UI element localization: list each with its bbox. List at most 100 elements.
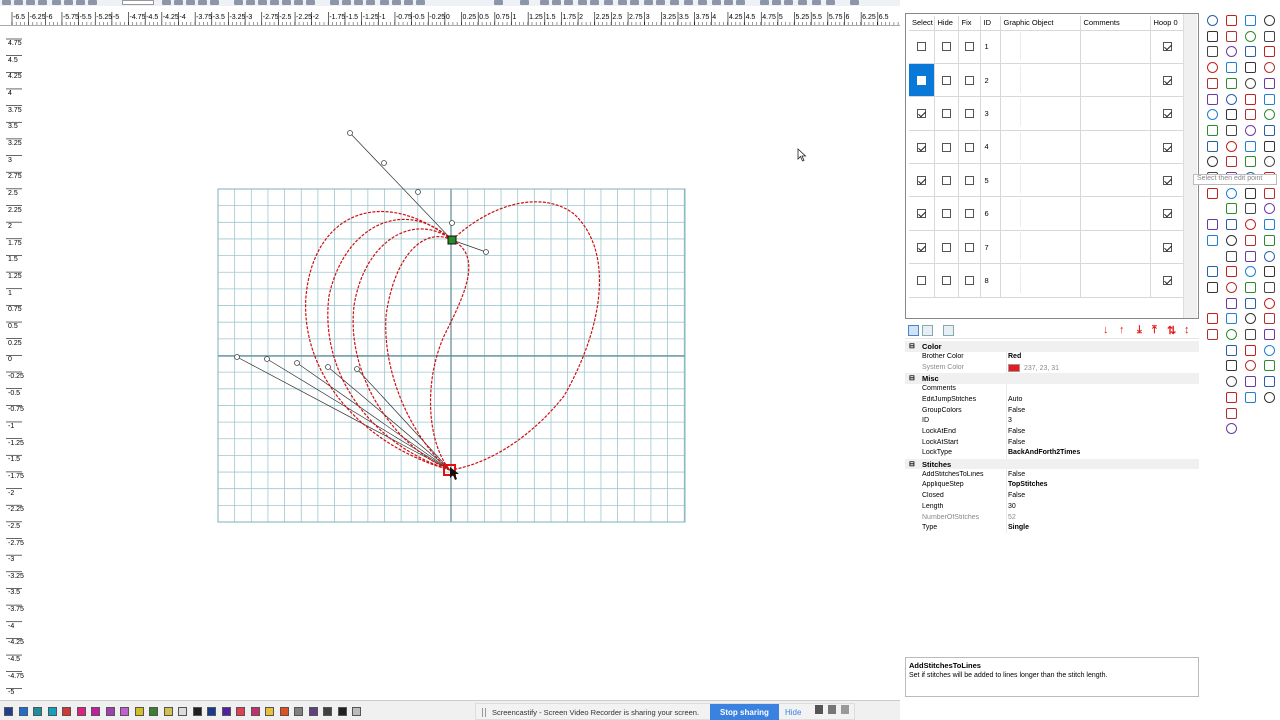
palette-tool-icon[interactable] [1245,234,1256,246]
move-to-bottom-icon[interactable]: ⤓ [1137,324,1142,337]
toolbar-icon[interactable] [282,0,291,5]
palette-tool-icon[interactable] [1207,187,1218,199]
thread-color-swatch[interactable] [105,707,115,716]
thread-color-swatch[interactable] [4,707,13,716]
palette-tool-icon[interactable] [1207,156,1218,168]
toolbar-icon[interactable] [798,0,807,5]
palette-tool-icon[interactable] [1226,77,1237,89]
select-checkbox-cell[interactable] [909,30,935,64]
palette-tool-icon[interactable] [1226,423,1237,435]
palette-tool-icon[interactable] [1226,124,1237,136]
toolbar-icon[interactable] [2,0,11,5]
comments-cell[interactable] [1080,96,1151,131]
palette-tool-icon[interactable] [1226,62,1237,74]
palette-tool-icon[interactable] [1207,124,1218,136]
property-value[interactable]: 30 [1008,503,1016,510]
select-checkbox[interactable] [916,276,926,286]
palette-tool-icon[interactable] [1207,329,1218,340]
col-graphic-object[interactable]: Graphic Object [1000,16,1081,31]
toolbar-icon[interactable] [760,0,769,5]
select-checkbox-cell[interactable] [909,263,935,298]
palette-tool-icon[interactable] [1264,297,1275,309]
palette-tool-icon[interactable] [1226,187,1237,199]
hoop-checkbox[interactable] [1163,75,1172,85]
palette-tool-icon[interactable] [1207,77,1218,89]
palette-tool-icon[interactable] [1226,329,1237,340]
hoop-checkbox-cell[interactable] [1150,230,1186,265]
fix-checkbox-cell[interactable] [958,196,981,231]
hoop-checkbox-cell[interactable] [1150,30,1186,64]
thread-color-swatch[interactable] [221,707,231,716]
palette-tool-icon[interactable] [1226,46,1237,58]
toolbar-icon[interactable] [64,0,73,5]
toolbar-icon[interactable] [306,0,315,5]
toolbar-icon[interactable] [812,0,821,5]
move-down-icon[interactable]: ↓ [1103,324,1109,336]
comments-cell[interactable] [1080,63,1151,98]
palette-tool-icon[interactable] [1245,281,1256,293]
palette-tool-icon[interactable] [1264,93,1275,105]
hide-checkbox-cell[interactable] [934,130,959,165]
hide-checkbox[interactable] [941,109,951,119]
palette-tool-icon[interactable] [1207,62,1218,74]
fix-checkbox[interactable] [964,142,974,152]
palette-tool-icon[interactable] [1245,93,1256,105]
start-point-marker[interactable] [447,235,457,245]
palette-tool-icon[interactable] [1264,109,1275,121]
toolbar-icon[interactable] [644,0,653,5]
comments-cell[interactable] [1080,196,1151,231]
palette-tool-icon[interactable] [1245,250,1256,262]
toolbar-icon[interactable] [366,0,375,5]
property-value[interactable]: Red [1008,353,1021,360]
toolbar-icon[interactable] [670,0,679,5]
thread-color-swatch[interactable] [33,707,42,716]
palette-tool-icon[interactable] [1207,109,1218,121]
property-value[interactable]: False [1008,471,1025,478]
toolbar-icon[interactable] [850,0,859,5]
select-checkbox-cell[interactable] [909,196,935,231]
stitch-design-svg[interactable] [24,26,900,700]
categorized-view-button[interactable] [908,325,919,336]
palette-tool-icon[interactable] [1245,344,1256,356]
hide-checkbox[interactable] [941,209,951,219]
object-row[interactable]: 2 [909,63,1186,98]
toolbar-icon[interactable] [736,0,745,5]
property-row[interactable]: LockAtStart False [905,437,1199,448]
thread-color-swatch[interactable] [279,707,289,716]
col-select[interactable]: Select [909,16,935,31]
palette-tool-icon[interactable] [1264,62,1275,74]
palette-tool-icon[interactable] [1245,391,1256,403]
select-checkbox[interactable] [916,176,926,186]
property-value[interactable]: False [1008,407,1025,414]
toolbar-icon[interactable] [604,0,613,5]
property-row[interactable]: AddStitchesToLines False [905,469,1199,480]
toolbar-icon[interactable] [354,0,363,5]
fix-checkbox[interactable] [964,176,974,186]
select-checkbox[interactable] [916,242,926,252]
palette-tool-icon[interactable] [1226,344,1237,356]
thread-color-swatch[interactable] [47,707,57,716]
property-value[interactable]: Single [1008,524,1029,531]
palette-tool-icon[interactable] [1264,266,1275,278]
select-checkbox[interactable] [916,209,926,219]
property-pages-button[interactable] [943,325,954,336]
thread-color-swatch[interactable] [178,707,187,716]
toolbar-icon[interactable] [52,0,61,5]
palette-tool-icon[interactable] [1226,266,1237,278]
property-value[interactable]: BackAndForth2Times [1008,449,1080,456]
palette-tool-icon[interactable] [1264,344,1275,356]
thread-color-swatch[interactable] [134,707,144,716]
hoop-checkbox[interactable] [1163,109,1172,119]
tray-icon[interactable] [841,705,849,714]
toolbar-icon[interactable] [88,0,97,5]
palette-tool-icon[interactable] [1264,281,1275,293]
palette-tool-icon[interactable] [1207,313,1218,325]
toolbar-icon[interactable] [174,0,183,5]
toolbar-icon[interactable] [258,0,267,5]
fix-checkbox-cell[interactable] [958,263,981,298]
hoop-checkbox-cell[interactable] [1150,96,1186,131]
palette-tool-icon[interactable] [1245,62,1256,74]
col-comments[interactable]: Comments [1080,16,1151,31]
property-value[interactable]: False [1008,428,1025,435]
property-value[interactable]: Auto [1008,396,1022,403]
